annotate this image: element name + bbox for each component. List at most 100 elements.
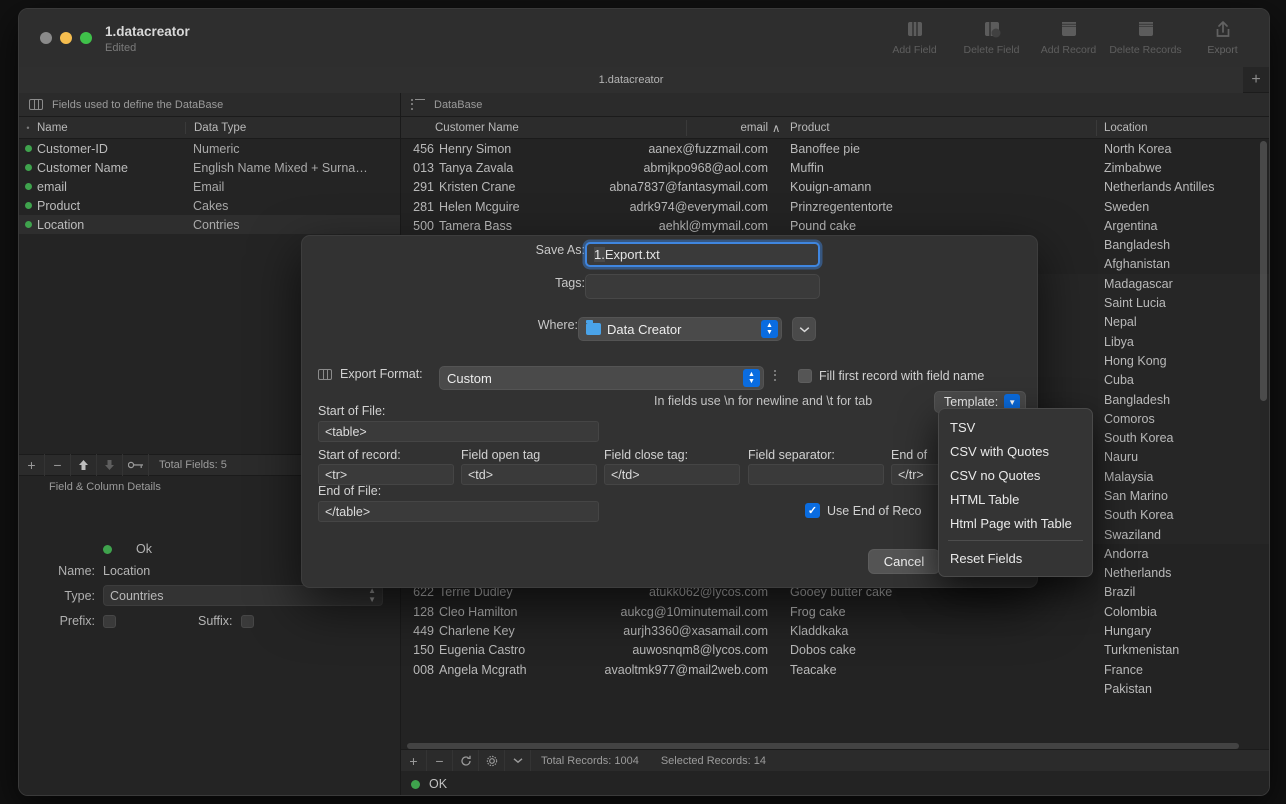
export-format-label: Export Format:: [340, 367, 423, 381]
refresh-button[interactable]: [453, 749, 479, 772]
cell-location: Argentina: [1104, 218, 1158, 233]
close-button[interactable]: [40, 32, 52, 44]
field-name: email: [37, 179, 67, 194]
chevron-updown-icon: ▲ ▼: [761, 320, 778, 338]
field-open-tag-input[interactable]: <td>: [461, 464, 597, 485]
start-of-file-input[interactable]: <table>: [318, 421, 599, 442]
menu-item-html-table[interactable]: HTML Table: [939, 487, 1092, 511]
where-location-select[interactable]: Data Creator ▲ ▼: [578, 317, 782, 341]
cancel-button[interactable]: Cancel: [868, 549, 940, 574]
field-datatype: Email: [193, 179, 225, 194]
cell-id: 449: [413, 624, 434, 639]
table-row[interactable]: 013 Tanya Zavala abmjkpo968@aol.com Muff…: [401, 158, 1269, 177]
add-field-icon: [903, 19, 927, 41]
minimize-button[interactable]: [60, 32, 72, 44]
field-open-tag-label: Field open tag: [461, 448, 541, 462]
toolbar-delete-field-label: Delete Field: [963, 44, 1020, 56]
table-row[interactable]: 150 Eugenia Castro auwosnqm8@lycos.com D…: [401, 641, 1269, 660]
status-dot-icon: [103, 544, 112, 554]
table-row[interactable]: 281 Helen Mcguire adrk974@everymail.com …: [401, 197, 1269, 216]
maximize-button[interactable]: [80, 32, 92, 44]
fill-first-record-checkbox[interactable]: [798, 369, 812, 383]
table-row[interactable]: Customer Name English Name Mixed + Surna…: [19, 158, 400, 177]
suffix-checkbox[interactable]: [240, 614, 254, 628]
field-separator-input[interactable]: [748, 464, 884, 485]
end-of-file-input[interactable]: </table>: [318, 501, 599, 522]
status-dot-icon: [19, 164, 37, 171]
table-row[interactable]: Location Contries: [19, 215, 400, 234]
toolbar-add-record[interactable]: Add Record: [1032, 19, 1105, 56]
primary-key-button[interactable]: [123, 454, 149, 476]
toolbar-export[interactable]: Export: [1186, 19, 1259, 56]
cell-location: France: [1104, 662, 1143, 677]
menu-item-csv-with-quotes[interactable]: CSV with Quotes: [939, 439, 1092, 463]
table-row[interactable]: Customer-ID Numeric: [19, 139, 400, 158]
cell-email: aurjh3360@xasamail.com: [623, 624, 768, 639]
tags-input[interactable]: [585, 274, 820, 299]
add-record-button[interactable]: +: [401, 749, 427, 772]
toolbar-delete-field[interactable]: Delete Field: [955, 19, 1028, 56]
table-row[interactable]: 291 Kristen Crane abna7837@fantasymail.c…: [401, 178, 1269, 197]
remove-record-button[interactable]: −: [427, 749, 453, 772]
move-field-up-button[interactable]: [71, 454, 97, 476]
cell-email: aukcg@10minutemail.com: [620, 604, 768, 619]
table-row[interactable]: email Email: [19, 177, 400, 196]
table-row[interactable]: Pakistan: [401, 679, 1269, 698]
vertical-scrollbar[interactable]: [1260, 141, 1267, 401]
menu-item-tsv[interactable]: TSV: [939, 415, 1092, 439]
column-header-customer-name[interactable]: Customer Name: [435, 117, 519, 139]
toolbar-export-label: Export: [1207, 44, 1238, 56]
cell-product: Pound cake: [790, 218, 857, 233]
toolbar-delete-records[interactable]: Delete Records: [1109, 19, 1182, 56]
toolbar-add-field-label: Add Field: [892, 44, 937, 56]
table-row[interactable]: 449 Charlene Key aurjh3360@xasamail.com …: [401, 621, 1269, 640]
remove-field-button[interactable]: −: [45, 454, 71, 476]
details-type-select[interactable]: Countries ▲ ▼: [103, 585, 383, 606]
tab-bar: 1.datacreator +: [19, 67, 1269, 93]
table-row[interactable]: 008 Angela Mcgrath avaoltmk977@mail2web.…: [401, 660, 1269, 679]
cell-product: Muffin: [790, 160, 824, 175]
column-header-location[interactable]: Location: [1104, 117, 1147, 139]
cell-location: San Marino: [1104, 488, 1168, 503]
table-row[interactable]: 128 Cleo Hamilton aukcg@10minutemail.com…: [401, 602, 1269, 621]
chevron-updown-icon: ▲ ▼: [743, 369, 760, 387]
cell-email: auwosnqm8@lycos.com: [632, 643, 768, 658]
start-of-record-input[interactable]: <tr>: [318, 464, 454, 485]
column-divider[interactable]: [1096, 120, 1097, 136]
table-row[interactable]: Product Cakes: [19, 196, 400, 215]
toolbar-delete-records-label: Delete Records: [1109, 44, 1182, 56]
main-toolbar: Add Field Delete Field Add Record Delete…: [878, 19, 1259, 56]
column-header-email[interactable]: email: [623, 117, 768, 139]
column-sort-indicator: ∧: [772, 123, 781, 135]
new-tab-button[interactable]: +: [1243, 67, 1269, 93]
delete-records-icon: [1134, 19, 1158, 41]
expand-browser-button[interactable]: [792, 317, 816, 341]
cell-location: Malaysia: [1104, 469, 1154, 484]
menu-item-reset-fields[interactable]: Reset Fields: [939, 546, 1092, 570]
column-header-product[interactable]: Product: [790, 117, 830, 139]
settings-button[interactable]: [479, 749, 505, 772]
prefix-checkbox[interactable]: [103, 614, 116, 628]
save-as-input[interactable]: 1. Export.txt: [585, 242, 820, 267]
cell-product: Teacake: [790, 662, 837, 677]
cell-location: Madagascar: [1104, 276, 1173, 291]
toolbar-add-record-label: Add Record: [1040, 44, 1097, 56]
total-records-label: Total Records: 1004: [541, 754, 639, 767]
use-end-of-record-checkbox[interactable]: ✓: [805, 503, 820, 518]
move-field-down-button[interactable]: [97, 454, 123, 476]
export-format-select[interactable]: Custom ▲ ▼: [439, 366, 764, 390]
table-row[interactable]: 500 Tamera Bass aehkl@mymail.com Pound c…: [401, 216, 1269, 235]
records-menu-button[interactable]: [505, 749, 531, 772]
add-field-button[interactable]: +: [19, 454, 45, 476]
tab-datacreator[interactable]: 1.datacreator: [19, 67, 1243, 93]
cell-id: 128: [413, 604, 434, 619]
cell-location: Netherlands Antilles: [1104, 180, 1215, 195]
menu-item-html-page-with-table[interactable]: Html Page with Table: [939, 511, 1092, 535]
table-row[interactable]: 456 Henry Simon aanex@fuzzmail.com Banof…: [401, 139, 1269, 158]
toolbar-add-field[interactable]: Add Field: [878, 19, 951, 56]
format-hint-text: In fields use \n for newline and \t for …: [654, 394, 873, 408]
cell-location: Cuba: [1104, 373, 1134, 388]
template-popup-menu: TSV CSV with Quotes CSV no Quotes HTML T…: [938, 408, 1093, 577]
field-close-tag-input[interactable]: </td>: [604, 464, 740, 485]
menu-item-csv-no-quotes[interactable]: CSV no Quotes: [939, 463, 1092, 487]
